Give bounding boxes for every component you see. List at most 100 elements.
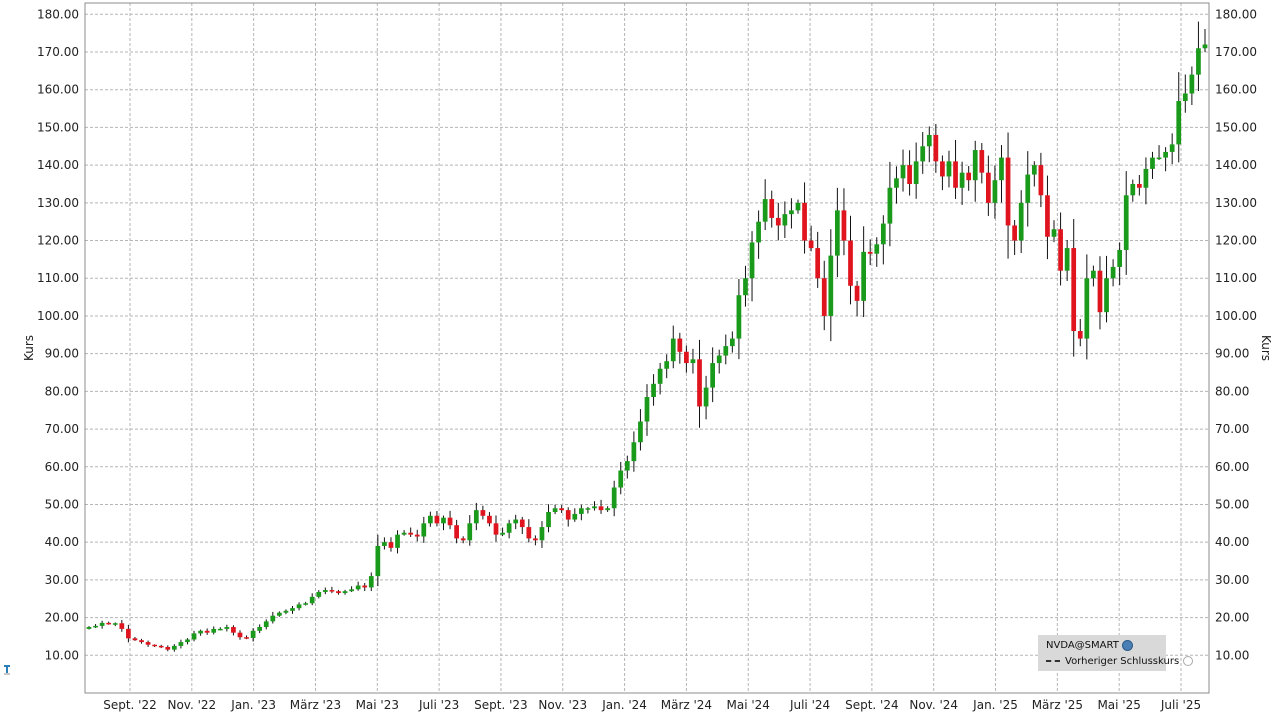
candle-body: [828, 255, 834, 316]
candle-body: [552, 508, 558, 513]
candle-body: [598, 506, 604, 511]
y-tick-label-right: 70.00: [1215, 422, 1249, 436]
candle-body: [749, 242, 755, 279]
candle-body: [93, 625, 98, 628]
toggle-circle-icon[interactable]: [1183, 656, 1194, 666]
y-tick-label-left: 130.00: [37, 196, 79, 210]
y-tick-label-left: 90.00: [45, 347, 79, 361]
y-tick-label-left: 110.00: [37, 271, 79, 285]
candle-body: [959, 172, 965, 188]
x-tick-label: März '25: [1032, 698, 1083, 712]
candle-body: [808, 240, 814, 249]
y-tick-label-right: 180.00: [1215, 7, 1257, 21]
y-tick-label-left: 160.00: [37, 83, 79, 97]
y-tick-label-left: 170.00: [37, 45, 79, 59]
candle-body: [277, 612, 282, 616]
candle-body: [250, 630, 256, 638]
y-tick-label-left: 30.00: [45, 573, 79, 587]
candle-body: [1038, 165, 1044, 196]
candle-body: [178, 642, 184, 646]
candle-body: [782, 214, 788, 226]
legend-symbol-label: NVDA@SMART: [1046, 640, 1119, 651]
candle-body: [880, 223, 886, 245]
candle-body: [106, 622, 112, 625]
candle-body: [867, 251, 873, 254]
y-tick-label-right: 60.00: [1215, 460, 1249, 474]
candle-body: [368, 576, 374, 588]
candle-body: [428, 515, 433, 524]
y-tick-label-right: 160.00: [1215, 83, 1257, 97]
candle-body: [854, 285, 860, 301]
candle-body: [1136, 183, 1142, 188]
candle-body: [618, 470, 624, 488]
candle-body: [152, 644, 158, 647]
candle-body: [158, 645, 164, 648]
candle-body: [795, 202, 801, 211]
candle-body: [316, 591, 322, 597]
candle-body: [651, 383, 656, 398]
candle-body: [132, 638, 138, 641]
candle-body: [355, 585, 361, 590]
candle-body: [1071, 248, 1077, 332]
x-tick-label: Sept. '23: [474, 698, 528, 712]
candle-body: [533, 538, 538, 541]
legend-previous-close-label: Vorheriger Schlusskurs: [1065, 656, 1180, 667]
candle-body: [231, 627, 236, 633]
drawing-tool-icon[interactable]: [4, 665, 12, 675]
candle-body: [506, 523, 512, 533]
candle-body: [638, 421, 643, 443]
candle-body: [565, 510, 571, 520]
candle-body: [244, 637, 249, 639]
candle-body: [270, 615, 276, 622]
candle-body: [697, 359, 702, 407]
x-tick-label: Jan. '23: [230, 698, 276, 712]
candle-body: [546, 512, 551, 528]
candle-body: [802, 202, 807, 241]
candlestick-chart: 10.00 10.00 20.00 20.00 30.00 30.00 40.00 40.00…: [22, 2, 1273, 712]
candle-body: [185, 639, 190, 643]
x-tick-label: Nov. '24: [909, 698, 958, 712]
candle-body: [1012, 225, 1017, 241]
candle-body: [224, 627, 230, 629]
candle-body: [290, 608, 295, 611]
candle-body: [1130, 183, 1136, 196]
candle-body: [395, 534, 400, 548]
candle-body: [684, 351, 689, 364]
candle-body: [920, 146, 926, 162]
candle-body: [441, 517, 446, 524]
x-tick-label: Jan. '25: [972, 698, 1018, 712]
candle-body: [1097, 270, 1103, 313]
candle-body: [907, 165, 912, 184]
candle-body: [447, 517, 453, 526]
y-tick-label-right: 30.00: [1215, 573, 1249, 587]
x-tick-label: Nov. '23: [538, 698, 587, 712]
candle-body: [342, 591, 348, 594]
candle-body: [112, 623, 118, 625]
candle-body: [940, 161, 945, 177]
candle-body: [1051, 229, 1057, 237]
candle-body: [999, 157, 1004, 181]
candle-body: [992, 180, 998, 203]
candle-body: [605, 508, 610, 511]
x-tick-label: März '23: [290, 698, 341, 712]
candle-body: [1163, 151, 1168, 158]
candle-body: [1058, 229, 1063, 271]
legend-item-previous-close[interactable]: Vorheriger Schlusskurs: [1046, 655, 1194, 669]
x-tick-label: Juli '24: [789, 698, 830, 712]
candle-body: [716, 355, 722, 364]
candle-body: [1045, 195, 1050, 237]
candle-body: [1005, 157, 1011, 226]
y-tick-label-right: 170.00: [1215, 45, 1257, 59]
candle-body: [473, 510, 479, 524]
y-tick-label-left: 120.00: [37, 234, 79, 248]
candle-body: [139, 640, 144, 643]
legend-item-symbol[interactable]: NVDA@SMART: [1046, 639, 1133, 653]
candle-body: [204, 630, 210, 633]
candle-body: [874, 244, 880, 254]
candle-body: [211, 628, 217, 633]
candle-body: [841, 210, 847, 241]
candle-body: [815, 248, 821, 279]
candle-body: [500, 532, 505, 535]
candle-body: [1150, 157, 1155, 169]
candle-body: [986, 172, 991, 203]
